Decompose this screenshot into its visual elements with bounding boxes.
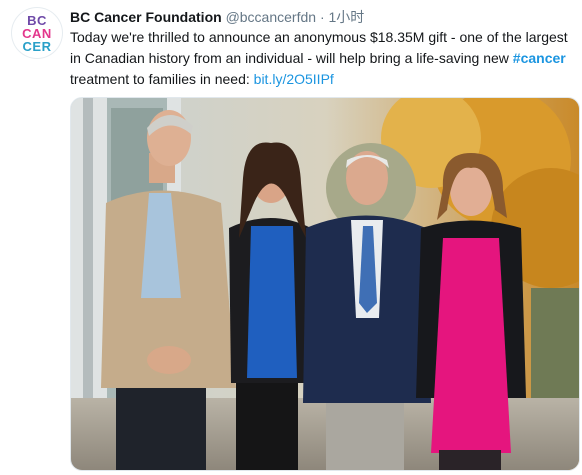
separator-dot: · bbox=[319, 9, 325, 25]
tweet-card: BC CAN CER BC Cancer Foundation @bccance… bbox=[0, 0, 582, 475]
hashtag-link[interactable]: #cancer bbox=[513, 50, 566, 66]
tweet-text: Today we're thrilled to announce an anon… bbox=[70, 27, 575, 90]
avatar[interactable]: BC CAN CER bbox=[12, 8, 62, 58]
tweet-photo[interactable] bbox=[70, 97, 580, 471]
tweet-header: BC Cancer Foundation @bccancerfdn · 1小时 bbox=[70, 8, 364, 26]
logo-line-1: BC bbox=[27, 12, 47, 28]
tweet-text-part-2: treatment to families in need: bbox=[70, 71, 254, 87]
bc-cancer-logo: BC CAN CER bbox=[18, 14, 56, 53]
short-link[interactable]: bit.ly/2O5IIPf bbox=[254, 71, 334, 87]
logo-line-2: CAN bbox=[22, 25, 52, 41]
tweet-text-part-1: Today we're thrilled to announce an anon… bbox=[70, 29, 568, 66]
author-name[interactable]: BC Cancer Foundation bbox=[70, 9, 222, 25]
group-photo-illustration bbox=[71, 98, 579, 470]
timestamp[interactable]: 1小时 bbox=[329, 9, 365, 25]
logo-line-3: CER bbox=[22, 38, 52, 54]
author-handle[interactable]: @bccancerfdn bbox=[226, 9, 316, 25]
